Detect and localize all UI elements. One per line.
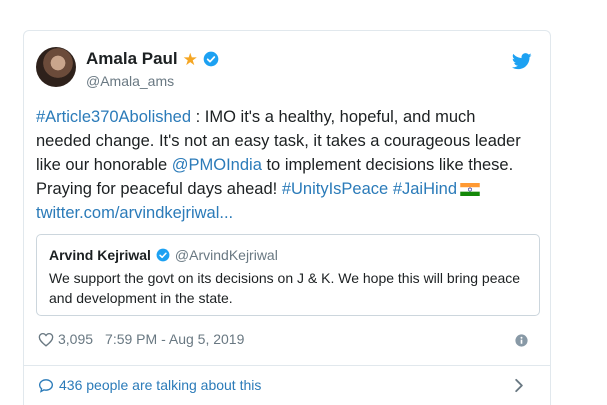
quoted-author-handle: @ArvindKejriwal — [174, 247, 278, 263]
quoted-tweet-header: Arvind Kejriwal @ArvindKejriwal — [49, 247, 278, 263]
verified-badge-icon — [156, 248, 170, 262]
author-name[interactable]: Amala Paul — [86, 49, 178, 69]
author-name-row: Amala Paul ★ — [86, 49, 219, 69]
chevron-right-icon[interactable] — [514, 378, 524, 393]
author-avatar[interactable] — [36, 47, 76, 87]
speech-bubble-icon — [38, 378, 54, 393]
mention-pmoindia[interactable]: @PMOIndia — [172, 156, 262, 174]
tweet-meta: 3,095 7:59 PM - Aug 5, 2019 — [38, 331, 244, 347]
tweet-link[interactable]: twitter.com/arvindkejriwal... — [36, 204, 233, 222]
india-flag-icon — [460, 183, 480, 196]
quoted-tweet-text: We support the govt on its decisions on … — [49, 270, 521, 306]
card-divider — [24, 365, 550, 366]
verified-badge-icon — [203, 51, 219, 67]
star-icon: ★ — [182, 49, 198, 69]
conversation-count[interactable]: 436 people are talking about this — [59, 377, 261, 393]
twitter-bird-icon[interactable] — [512, 53, 532, 70]
tweet-card: Amala Paul ★ @Amala_ams #Article370Aboli… — [23, 30, 551, 405]
heart-icon[interactable] — [38, 332, 54, 347]
like-count[interactable]: 3,095 — [58, 331, 93, 347]
hashtag-unityispeace[interactable]: #UnityIsPeace — [282, 180, 388, 198]
hashtag-jaihind[interactable]: #JaiHind — [393, 180, 457, 198]
hashtag-article370abolished[interactable]: #Article370Abolished — [36, 108, 191, 126]
tweet-timestamp[interactable]: 7:59 PM - Aug 5, 2019 — [105, 331, 244, 347]
tweet-text: #Article370Abolished : IMO it's a health… — [36, 105, 526, 225]
quoted-author-name: Arvind Kejriwal — [49, 247, 151, 263]
author-handle[interactable]: @Amala_ams — [86, 73, 174, 89]
conversation-link[interactable]: 436 people are talking about this — [38, 377, 261, 393]
info-icon[interactable] — [515, 334, 528, 347]
quoted-tweet[interactable]: Arvind Kejriwal @ArvindKejriwal We suppo… — [36, 234, 540, 316]
